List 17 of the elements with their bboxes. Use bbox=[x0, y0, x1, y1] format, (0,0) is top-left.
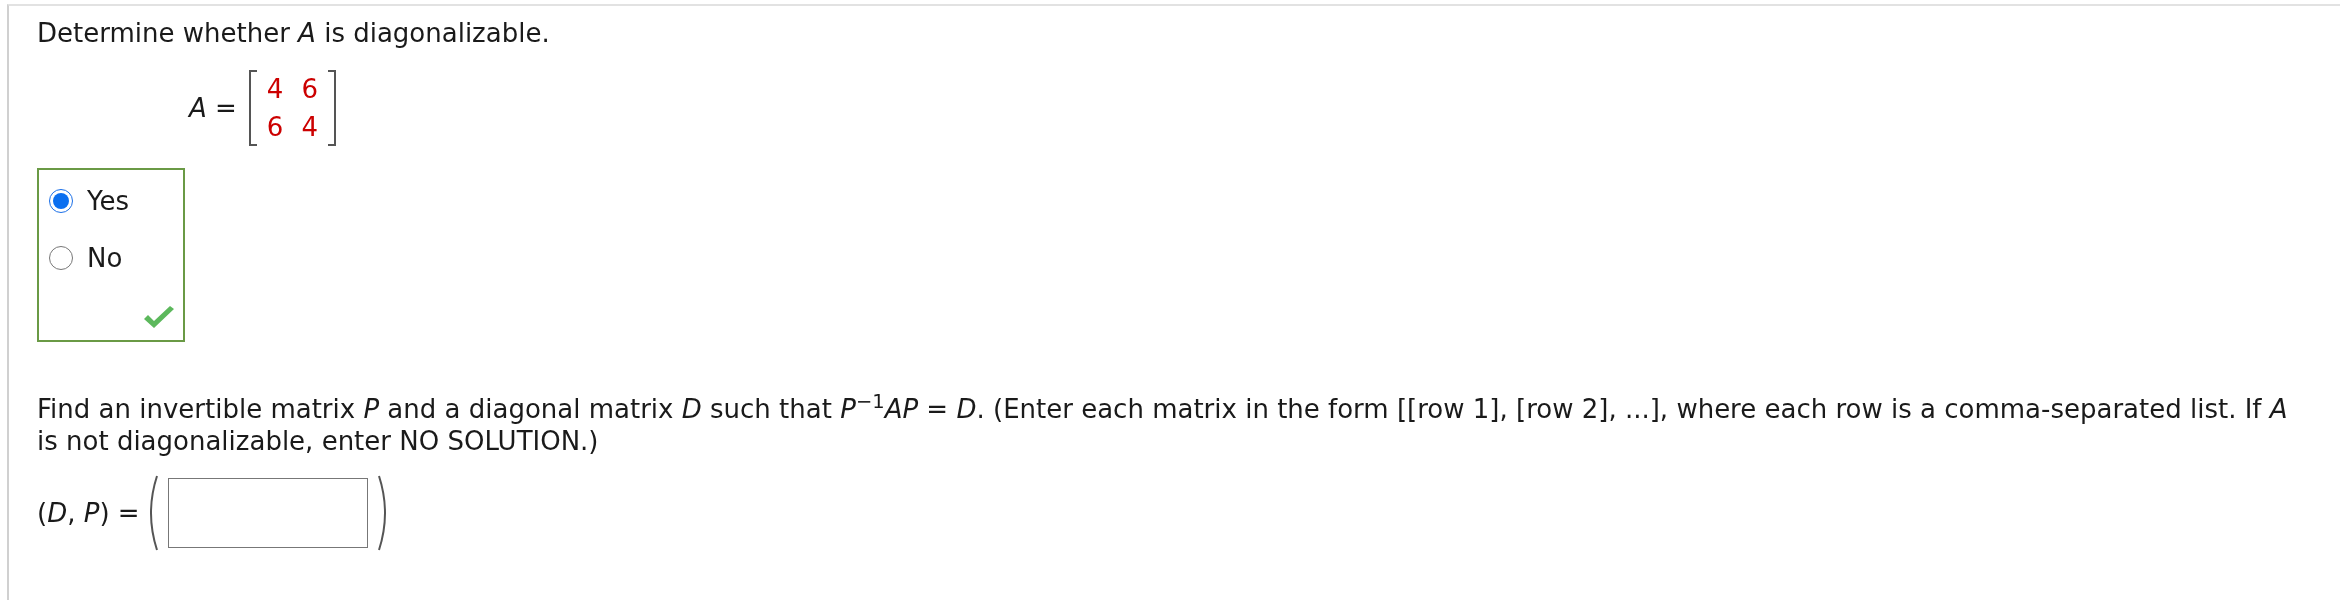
left-bracket-icon bbox=[248, 70, 257, 146]
matrix-entry: 6 bbox=[301, 74, 318, 104]
choice-label: No bbox=[87, 243, 123, 273]
question-text: Determine whether A is diagonalizable. bbox=[37, 18, 551, 48]
answer-field[interactable] bbox=[167, 477, 368, 548]
answer-label: (D, P) = bbox=[37, 497, 140, 528]
matrix-entry: 4 bbox=[301, 112, 318, 142]
equation-label: A = bbox=[189, 93, 237, 123]
radio-button[interactable] bbox=[49, 246, 73, 270]
instructions-text: Find an invertible matrix P and a diagonal matrix D such that P$^{−1}$AP = D. (Enter each matrix in the form [[row 1], [row 2], ...], where each row is a comma-separated list. If A is not diagonalizable, enter NO SOLUTION.) bbox=[37, 389, 2289, 457]
right-bracket-icon bbox=[327, 70, 336, 146]
right-parenthesis-icon bbox=[377, 474, 386, 551]
matrix-entry: 4 bbox=[266, 74, 284, 104]
choice-label: Yes bbox=[87, 186, 129, 216]
left-parenthesis-icon bbox=[149, 474, 158, 551]
radio-button[interactable] bbox=[49, 189, 73, 213]
matrix-entry: 6 bbox=[266, 112, 284, 142]
